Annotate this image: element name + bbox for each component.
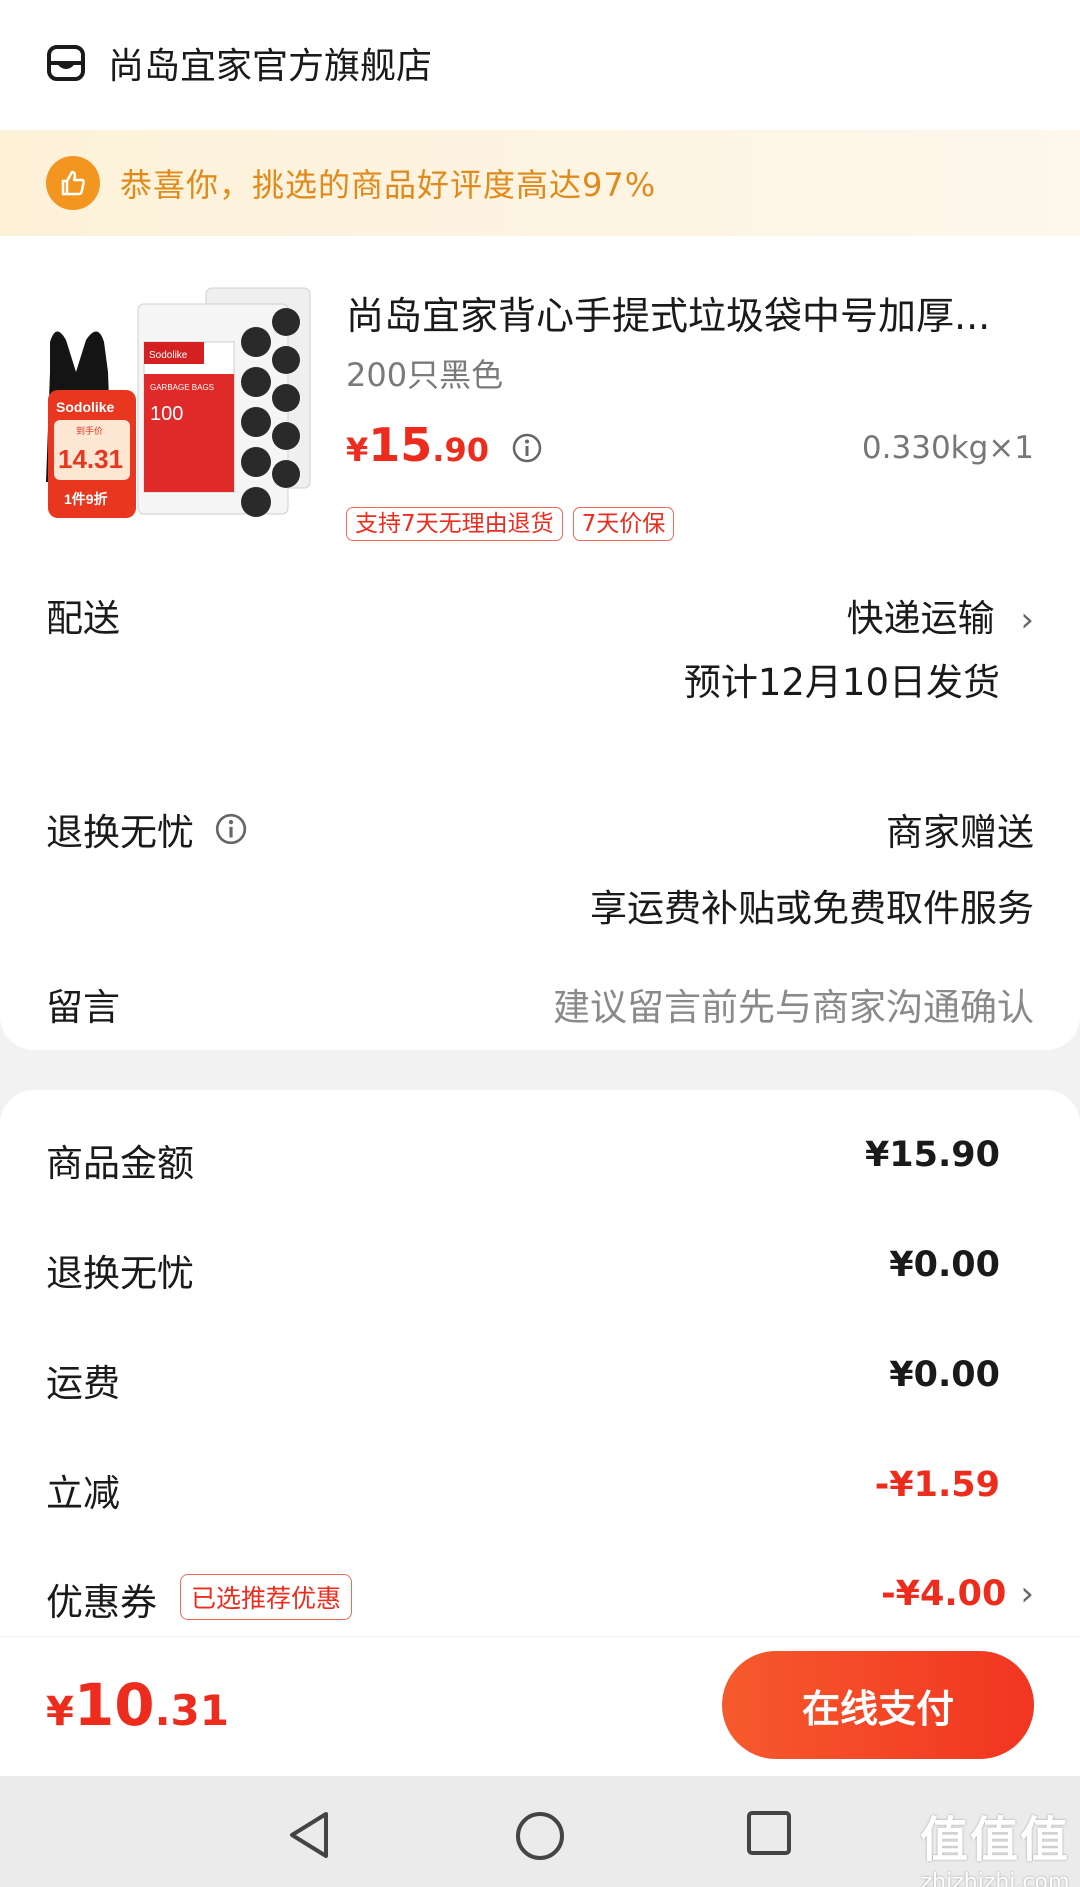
badge-label-text: 到手价	[76, 425, 103, 436]
thumbs-up-icon	[46, 156, 100, 210]
watermark-url: zhizhizhi.com	[920, 1870, 1070, 1887]
fee-shipping-label: 运费	[46, 1362, 120, 1405]
pack-count-text: 100	[150, 403, 183, 425]
tag-price-protect: 7天价保	[572, 507, 675, 541]
shop-header[interactable]: 尚岛宜家官方旗舰店	[46, 28, 432, 98]
coupon-tag: 已选推荐优惠	[180, 1574, 353, 1620]
chevron-right-icon: ›	[1020, 600, 1034, 640]
returns-info-icon[interactable]	[214, 812, 248, 846]
price-integer: 15	[368, 418, 433, 472]
price-symbol: ¥	[346, 431, 369, 469]
badge-discount-text: 1件9折	[64, 491, 108, 507]
returns-label: 退换无忧	[46, 811, 194, 854]
total-symbol: ¥	[46, 1689, 74, 1735]
shop-icon	[47, 45, 85, 81]
fee-coupon-value: -¥4.00	[881, 1574, 1007, 1614]
shop-name: 尚岛宜家官方旗舰店	[108, 46, 433, 87]
fee-goods-label: 商品金额	[46, 1142, 194, 1185]
product-image[interactable]: Sodolike GARBAGE BAGS 100 Sodolike 到手价 1…	[46, 282, 314, 550]
product-title[interactable]: 尚岛宜家背心手提式垃圾袋中号加厚...	[346, 285, 1036, 340]
service-tags: 支持7天无理由退货 7天价保	[346, 507, 675, 541]
returns-value: 商家赠送	[886, 811, 1034, 854]
delivery-method-text: 快递运输	[846, 597, 995, 640]
price-info-icon[interactable]	[511, 432, 543, 464]
pack-label-text: GARBAGE BAGS	[150, 383, 214, 392]
product-spec[interactable]: 200只黑色	[346, 350, 503, 396]
banner-text: 恭喜你，挑选的商品好评度高达97%	[120, 166, 657, 204]
checkout-bar: ¥ 10 .31 在线支付	[0, 1636, 1080, 1776]
fee-shipping-value: ¥0.00	[889, 1355, 1000, 1395]
delivery-estimate: 预计12月10日发货	[683, 661, 1000, 704]
watermark-logo: 值值值	[919, 1812, 1070, 1868]
delivery-method[interactable]: 快递运输 ›	[847, 588, 1034, 642]
message-input[interactable]: 建议留言前先与商家沟通确认	[553, 977, 1034, 1031]
returns-row: 退换无忧	[46, 802, 248, 856]
pack-brand-text: Sodolike	[149, 350, 188, 361]
fee-returns-value: ¥0.00	[889, 1245, 1000, 1285]
chevron-right-icon: ›	[1020, 1574, 1034, 1614]
price-decimal: .90	[432, 431, 489, 469]
total-decimal: .31	[154, 1686, 229, 1735]
recents-icon[interactable]	[746, 1810, 792, 1856]
watermark: 值值值 zhizhizhi.com	[920, 1800, 1070, 1887]
returns-desc: 享运费补贴或免费取件服务	[590, 887, 1034, 930]
product-price: ¥ 15 .90	[346, 418, 543, 478]
coupon-selector[interactable]: -¥4.00 ›	[881, 1574, 1034, 1614]
rating-banner: 恭喜你，挑选的商品好评度高达97%	[0, 130, 1080, 236]
order-card: 尚岛宜家官方旗舰店 恭喜你，挑选的商品好评度高达97% Sodolike GAR…	[0, 0, 1080, 1050]
message-label: 留言	[46, 986, 120, 1029]
weight-quantity: 0.330kg×1	[861, 430, 1034, 466]
fee-returns-label: 退换无忧	[46, 1252, 194, 1295]
badge-price-text: 14.31	[58, 444, 123, 474]
total-integer: 10	[73, 1671, 155, 1739]
home-icon[interactable]	[514, 1810, 566, 1862]
tag-return: 支持7天无理由退货	[346, 507, 563, 541]
total-price: ¥ 10 .31	[46, 1671, 229, 1739]
fee-discount-label: 立减	[46, 1472, 120, 1515]
fee-discount-value: -¥1.59	[874, 1465, 1000, 1505]
fee-goods-value: ¥15.90	[864, 1135, 1000, 1175]
pay-online-button[interactable]: 在线支付	[722, 1651, 1034, 1759]
delivery-label: 配送	[46, 597, 120, 640]
system-nav-bar	[0, 1776, 1080, 1887]
fee-coupon-label: 优惠券	[46, 1581, 157, 1624]
back-icon[interactable]	[286, 1810, 332, 1860]
badge-brand-text: Sodolike	[56, 399, 115, 415]
